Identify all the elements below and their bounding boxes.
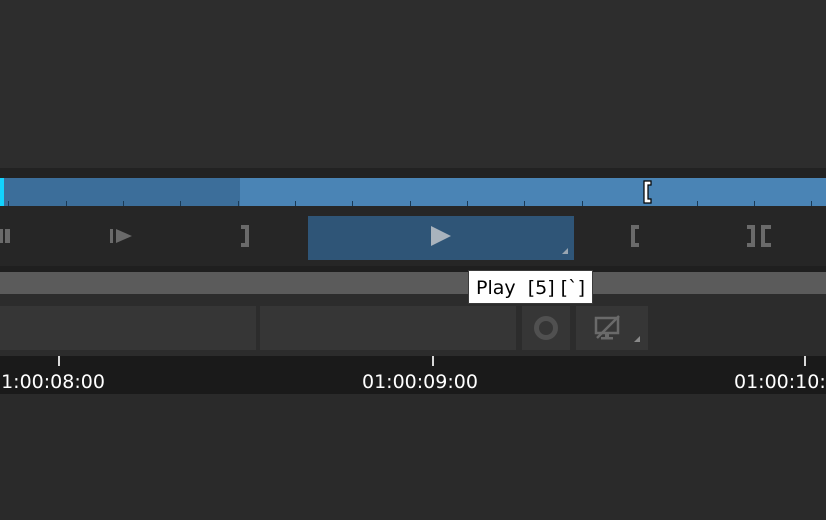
timecode-label: 01:00:09:00 <box>362 371 478 393</box>
playhead[interactable] <box>0 178 4 206</box>
play-button[interactable] <box>308 216 574 260</box>
go-to-out-button[interactable] <box>230 216 260 260</box>
stop-button[interactable] <box>0 216 20 260</box>
stop-icon <box>0 226 20 250</box>
play-tooltip: Play [5] [`] <box>468 270 593 304</box>
timeline-ruler[interactable]: 01:00:08:00 01:00:09:00 01:00:10:00 <box>0 356 826 394</box>
timeline-area <box>0 394 826 520</box>
progress-track[interactable] <box>0 272 826 294</box>
mark-in-out-icon <box>745 224 775 252</box>
in-point-marker[interactable] <box>640 178 654 206</box>
mark-in-out-button[interactable] <box>740 216 780 260</box>
scrubber-frame <box>0 168 826 178</box>
ruler-tick <box>804 356 806 366</box>
play-from-mark-icon <box>107 226 137 250</box>
dropdown-corner-icon <box>634 336 640 342</box>
timecode-label: 01:00:08:00 <box>0 371 105 393</box>
timecode-field[interactable] <box>0 306 256 350</box>
dropdown-corner-icon <box>562 248 568 254</box>
record-icon <box>534 316 558 340</box>
play-from-in-button[interactable] <box>100 216 144 260</box>
ruler-tick <box>432 356 434 366</box>
out-bracket-icon <box>237 224 253 252</box>
viewer-area <box>0 0 826 168</box>
scrubber-bar[interactable] <box>0 178 826 206</box>
scrubber-played-region <box>0 178 240 206</box>
duration-field[interactable] <box>260 306 516 350</box>
monitor-off-icon <box>594 314 622 346</box>
in-bracket-icon <box>627 224 643 252</box>
play-icon <box>428 224 454 252</box>
timecode-label: 01:00:10:00 <box>734 371 826 393</box>
monitor-toggle-button[interactable] <box>576 306 648 350</box>
record-button[interactable] <box>522 306 570 350</box>
ruler-tick <box>58 356 60 366</box>
mark-in-button[interactable] <box>620 216 650 260</box>
